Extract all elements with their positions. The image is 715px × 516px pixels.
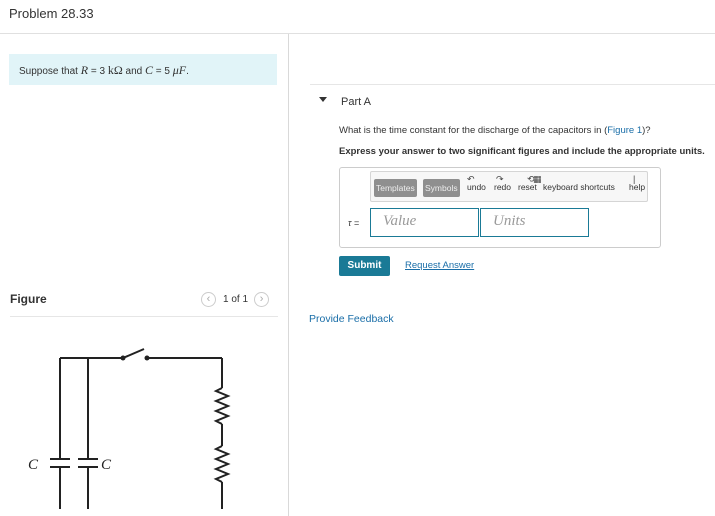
c-variable: C xyxy=(144,63,153,77)
chevron-right-icon[interactable]: › xyxy=(254,292,270,307)
c-equals: = 5 xyxy=(153,66,173,77)
problem-prefix: Suppose that xyxy=(19,66,81,77)
provide-feedback-link[interactable]: Provide Feedback xyxy=(309,313,394,325)
undo-button[interactable]: undo xyxy=(467,182,486,192)
r-variable: R xyxy=(80,63,89,77)
question-text: What is the time constant for the discha… xyxy=(339,125,651,136)
r-equals: = 3 xyxy=(88,66,108,77)
templates-button[interactable]: Templates xyxy=(374,179,417,197)
part-a-header[interactable]: Part A xyxy=(310,84,715,117)
circuit-diagram: C C R R xyxy=(28,348,231,509)
resistor-top xyxy=(213,387,231,425)
r-unit: kΩ xyxy=(107,63,123,77)
units-input[interactable]: Units xyxy=(480,208,589,237)
keyboard-icon: ▦ xyxy=(533,174,542,184)
part-a-label: Part A xyxy=(341,96,371,108)
submit-button[interactable]: Submit xyxy=(339,256,390,276)
chevron-left-icon[interactable]: ‹ xyxy=(201,292,216,307)
right-column: Part A What is the time constant for the… xyxy=(289,34,715,516)
tau-label: τ = xyxy=(348,218,360,228)
math-toolbar: Templates Symbols ↶ undo ↷ redo ⟲ reset … xyxy=(370,171,648,202)
and-text: and xyxy=(122,66,145,77)
caret-down-icon[interactable] xyxy=(319,97,327,102)
problem-statement: Suppose that R = 3 kΩ and C = 5 μF. xyxy=(9,54,277,85)
figure-link[interactable]: Figure 1 xyxy=(607,125,642,136)
figure-label: Figure xyxy=(10,292,47,306)
page-title: Problem 28.33 xyxy=(9,6,94,21)
capacitor-left-label: C xyxy=(28,457,39,473)
answer-box: Templates Symbols ↶ undo ↷ redo ⟲ reset … xyxy=(339,167,661,248)
left-column: Suppose that R = 3 kΩ and C = 5 μF. Figu… xyxy=(0,34,288,516)
switch-blade xyxy=(122,348,145,359)
resistor-bottom xyxy=(213,445,231,483)
symbols-button[interactable]: Symbols xyxy=(423,179,460,197)
switch-pivot xyxy=(120,355,126,361)
answer-instruction: Express your answer to two significant f… xyxy=(339,146,705,157)
help-button[interactable]: help xyxy=(629,182,645,192)
question-after: )? xyxy=(642,125,651,136)
c-unit: μF xyxy=(172,63,187,77)
figure-pager: ‹ 1 of 1 › xyxy=(201,292,270,307)
keyboard-shortcuts-button[interactable]: keyboard shortcuts xyxy=(543,182,615,192)
value-input[interactable]: Value xyxy=(370,208,479,237)
figure-divider xyxy=(10,316,278,317)
request-answer-link[interactable]: Request Answer xyxy=(405,260,474,271)
problem-suffix: . xyxy=(186,66,189,77)
question-before: What is the time constant for the discha… xyxy=(339,125,608,136)
header-bar: Problem 28.33 xyxy=(0,0,715,34)
pager-text: 1 of 1 xyxy=(223,294,249,305)
switch-contact xyxy=(144,355,150,361)
redo-button[interactable]: redo xyxy=(494,182,511,192)
capacitor-right-label: C xyxy=(101,457,112,473)
